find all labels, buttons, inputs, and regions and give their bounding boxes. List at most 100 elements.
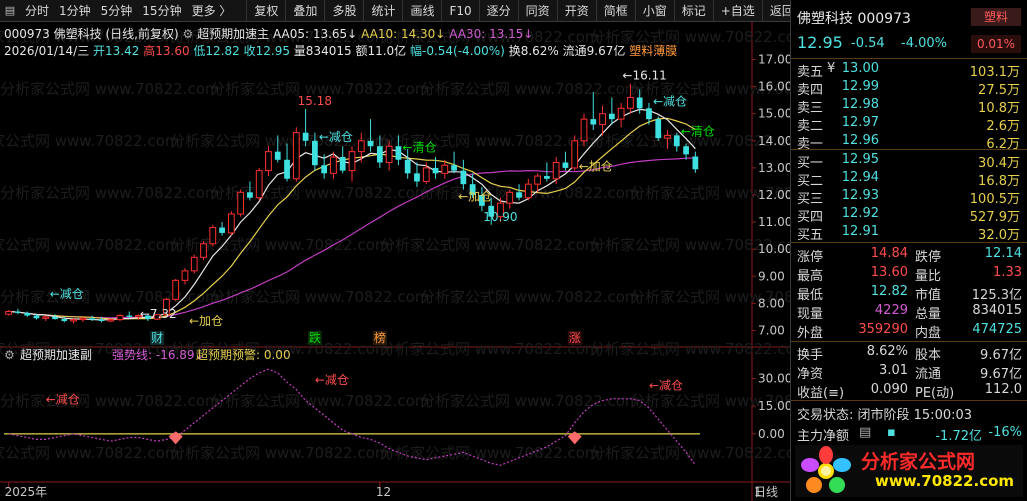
watermark-text: 分析家公式网 www.70822.com xyxy=(380,444,600,462)
watermark-text: 分析家公式网 www.70822.com xyxy=(590,444,790,462)
flow-pct: -16% xyxy=(988,425,1022,440)
sub-y-tick-label: 30.00 xyxy=(758,371,790,385)
candle-body xyxy=(292,132,300,180)
ask-label: 卖四 xyxy=(797,83,824,98)
event-tag: 涨 xyxy=(569,330,581,345)
y-tick-label: 11.00 xyxy=(758,215,790,229)
candle-body xyxy=(544,176,550,179)
multi-stock-button[interactable]: 多股 xyxy=(324,0,363,22)
stat-label: 最高 xyxy=(797,269,824,284)
bid-row[interactable]: 买二 12.94 16.8万 xyxy=(791,170,1027,189)
bid-price: 12.95 xyxy=(841,152,879,167)
tab-1min[interactable]: 1分钟 xyxy=(54,0,96,22)
ask-row[interactable]: 卖二 12.97 2.6万 xyxy=(791,115,1027,134)
bid-row[interactable]: 买一 12.95 30.4万 xyxy=(791,152,1027,171)
tab-15min[interactable]: 15分钟 xyxy=(137,0,186,22)
sub-indicator-name: 超预期加速副 xyxy=(20,347,92,362)
f10-button[interactable]: F10 xyxy=(441,0,478,22)
indicator-name[interactable]: 超预期加速主 xyxy=(197,27,269,41)
candle-body xyxy=(265,151,272,172)
candle-body xyxy=(209,227,217,245)
y-tick-label: 14.00 xyxy=(758,134,790,148)
watermark-text: 分析家公式网 www.70822.com xyxy=(170,444,390,462)
draw-line-button[interactable]: 画线 xyxy=(402,0,441,22)
divider xyxy=(791,400,1027,401)
ask-volume: 10.8万 xyxy=(978,101,1020,116)
ask-price: 13.00 xyxy=(841,61,879,76)
open-capital-button[interactable]: 开资 xyxy=(556,0,596,22)
candle-body xyxy=(284,159,290,179)
signal-label: ←减仓 xyxy=(50,287,84,301)
ask-price: 12.99 xyxy=(841,79,879,94)
small-window-button[interactable]: 小窗 xyxy=(634,0,674,22)
watermark-text: 分析家公式网 www.70822.com xyxy=(0,184,220,202)
stat-value: 1.33 xyxy=(993,265,1022,280)
candle-body xyxy=(432,167,439,174)
stat-label: 跌停 xyxy=(915,250,942,265)
signal-label: ←清仓 xyxy=(402,141,436,155)
chart-mode[interactable]: (日线,前复权) xyxy=(105,27,178,41)
candle-body xyxy=(52,316,58,320)
event-tag: 跌 xyxy=(309,330,321,345)
quote-open: 开13.42 xyxy=(93,44,140,58)
candle-body xyxy=(24,312,31,316)
event-tag: 榜 xyxy=(374,330,386,345)
restore-rights-button[interactable]: 复权 xyxy=(246,0,285,22)
divider xyxy=(791,341,1027,342)
signal-label: ←加仓 xyxy=(579,160,613,174)
bid-row[interactable]: 买五 12.91 32.0万 xyxy=(791,224,1027,243)
list-icon[interactable]: ▤ xyxy=(859,425,871,440)
by-minute-button[interactable]: 逐分 xyxy=(478,0,518,22)
y-tick-label: 15.00 xyxy=(758,107,790,121)
overlay-button[interactable]: 叠加 xyxy=(285,0,324,22)
candle-body xyxy=(274,151,281,160)
ask-row[interactable]: 卖四 12.99 27.5万 xyxy=(791,79,1027,98)
candle-body xyxy=(617,107,625,120)
logo-url: www.70822.com xyxy=(875,472,1015,490)
bid-row[interactable]: 买四 12.92 527.9万 xyxy=(791,206,1027,225)
ask-row[interactable]: 卖三 12.98 10.8万 xyxy=(791,97,1027,116)
stat-value: 14.84 xyxy=(870,246,908,261)
candle-body xyxy=(98,319,105,321)
same-capital-button[interactable]: 同资 xyxy=(517,0,557,22)
ask-label: 卖二 xyxy=(797,119,824,134)
bid-row[interactable]: 买三 12.93 100.5万 xyxy=(791,188,1027,207)
simple-frame-button[interactable]: 简框 xyxy=(595,0,635,22)
sector-tag[interactable]: 塑料 xyxy=(971,8,1021,26)
divider xyxy=(791,58,1027,59)
candle-body xyxy=(404,159,411,174)
down-arrow-icon: ↓ xyxy=(347,27,358,41)
quote-concept[interactable]: 塑料薄膜 xyxy=(629,44,677,58)
mark-button[interactable]: 标记 xyxy=(673,0,713,22)
statistics-button[interactable]: 统计 xyxy=(363,0,402,22)
stat-label: 内盘 xyxy=(915,326,942,341)
y-tick-label: 12.00 xyxy=(758,188,790,202)
candle-body xyxy=(683,146,689,155)
tab-5min[interactable]: 5分钟 xyxy=(96,0,138,22)
watermark-text: 分析家公式网 www.70822.com xyxy=(210,392,430,410)
candle-body xyxy=(15,311,21,313)
bid-label: 买三 xyxy=(797,192,824,207)
kline-chart[interactable]: 分析家公式网 www.70822.com分析家公式网 www.70822.com… xyxy=(0,22,790,501)
stat-label: 现量 xyxy=(797,307,824,322)
tab-timeshare[interactable]: 分时 xyxy=(20,0,54,22)
tab-more[interactable]: 更多 〉 xyxy=(187,0,237,22)
candle-body xyxy=(524,183,532,199)
stat-value: 4229 xyxy=(874,303,908,318)
bid-price: 12.91 xyxy=(841,224,879,239)
add-watchlist-button[interactable]: +自选 xyxy=(712,0,762,22)
flow-value: -1.72亿 xyxy=(935,429,982,444)
candle-body xyxy=(219,227,225,233)
settings-icon[interactable]: ⚙ xyxy=(183,27,194,41)
price-annotation: ←16.11 xyxy=(622,69,666,83)
signal-label: ←清仓 xyxy=(681,124,715,138)
stat-value: 9.67亿 xyxy=(980,348,1022,363)
quote-high: 高13.60 xyxy=(143,44,190,58)
ask-price: 12.98 xyxy=(841,97,879,112)
candle-body xyxy=(627,96,634,109)
ask-row[interactable]: 卖五 ¥13.00 103.1万 xyxy=(791,61,1027,80)
menu-icon[interactable]: ▤ xyxy=(0,0,20,22)
stat-label: 涨停 xyxy=(797,250,824,265)
stat-label: 净资 xyxy=(797,367,824,382)
candle-body xyxy=(107,319,115,322)
